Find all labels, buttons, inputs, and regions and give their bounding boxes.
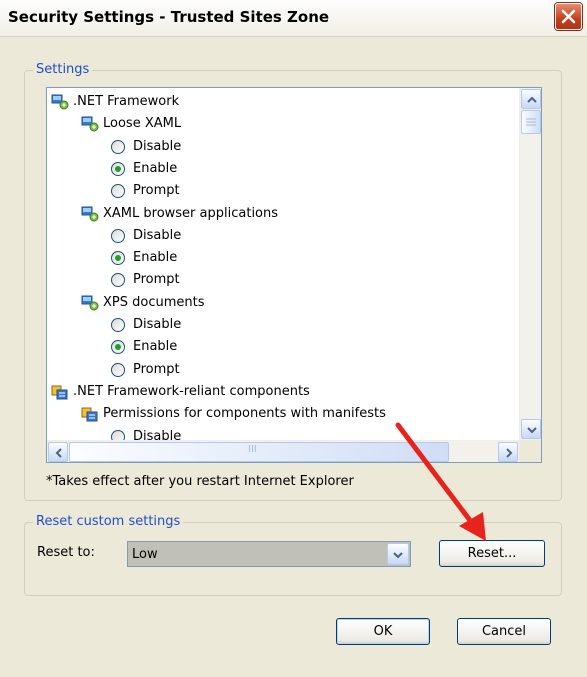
- radio-unchecked[interactable]: [111, 429, 125, 440]
- option-label: Enable: [133, 160, 178, 176]
- category-label: XPS documents: [103, 294, 205, 310]
- components-icon: [51, 384, 69, 400]
- chevron-left-icon: [55, 448, 62, 458]
- horizontal-scrollbar[interactable]: III: [47, 440, 519, 462]
- reset-button[interactable]: Reset...: [439, 540, 545, 567]
- chevron-down-icon: [527, 427, 537, 434]
- category-label: .NET Framework: [73, 94, 180, 109]
- settings-group-title: Settings: [33, 62, 93, 77]
- components-icon: [81, 406, 99, 422]
- reset-level-value: Low: [132, 547, 158, 562]
- category-label: Permissions for components with manifest…: [103, 406, 386, 422]
- chevron-right-icon: [506, 448, 513, 458]
- settings-tree[interactable]: .NET Framework Loose XAML Disable Enable Pro…: [46, 87, 542, 463]
- scroll-right-button[interactable]: [498, 442, 518, 462]
- option-label: Prompt: [133, 361, 180, 377]
- option-label: Prompt: [133, 272, 180, 288]
- title-bar[interactable]: Security Settings - Trusted Sites Zone: [0, 0, 587, 37]
- restart-note: *Takes effect after you restart Internet…: [46, 474, 354, 489]
- window-title: Security Settings - Trusted Sites Zone: [8, 8, 330, 26]
- close-button[interactable]: [555, 3, 582, 30]
- security-settings-dialog: Security Settings - Trusted Sites Zone S…: [0, 0, 587, 677]
- reset-to-label: Reset to:: [37, 545, 95, 560]
- radio-unchecked[interactable]: [111, 228, 125, 243]
- chevron-up-icon: [527, 96, 537, 103]
- horizontal-scroll-thumb[interactable]: III: [69, 442, 449, 462]
- radio-unchecked[interactable]: [111, 139, 125, 154]
- grip-icon: [526, 118, 536, 126]
- chevron-down-icon: [393, 552, 403, 559]
- category-label: XAML browser applications: [103, 205, 279, 221]
- cancel-button[interactable]: Cancel: [457, 618, 551, 645]
- scrollbar-corner: [519, 440, 541, 462]
- option-label: Disable: [133, 428, 182, 441]
- option-label: Enable: [133, 339, 178, 355]
- radio-checked[interactable]: [111, 251, 125, 266]
- settings-tree-content: .NET Framework Loose XAML Disable Enable Pro…: [47, 88, 519, 440]
- category-label: .NET Framework-reliant components: [73, 383, 310, 399]
- radio-unchecked[interactable]: [111, 184, 125, 199]
- ok-button[interactable]: OK: [336, 618, 430, 645]
- scroll-up-button[interactable]: [521, 89, 541, 109]
- settings-icon: [51, 94, 69, 110]
- option-label: Disable: [133, 138, 182, 154]
- radio-unchecked[interactable]: [111, 362, 125, 377]
- radio-unchecked[interactable]: [111, 318, 125, 332]
- reset-group-title: Reset custom settings: [33, 514, 184, 529]
- radio-checked[interactable]: [111, 340, 125, 355]
- scroll-grip: III: [248, 444, 257, 455]
- option-label: Prompt: [133, 183, 180, 199]
- option-label: Disable: [133, 317, 182, 332]
- close-icon: [561, 9, 576, 24]
- reset-level-dropdown[interactable]: Low: [127, 541, 411, 567]
- option-label: Disable: [133, 227, 182, 243]
- settings-icon: [81, 295, 99, 311]
- radio-checked[interactable]: [111, 161, 125, 176]
- radio-unchecked[interactable]: [111, 273, 125, 288]
- scroll-left-button[interactable]: [48, 442, 68, 462]
- vertical-scroll-thumb[interactable]: [521, 110, 541, 134]
- dropdown-arrow-button[interactable]: [387, 543, 409, 565]
- settings-icon: [81, 206, 99, 222]
- scroll-down-button[interactable]: [521, 419, 541, 439]
- category-label: Loose XAML: [103, 116, 182, 132]
- option-label: Enable: [133, 250, 178, 266]
- settings-icon: [81, 116, 99, 132]
- vertical-scrollbar[interactable]: [519, 88, 541, 440]
